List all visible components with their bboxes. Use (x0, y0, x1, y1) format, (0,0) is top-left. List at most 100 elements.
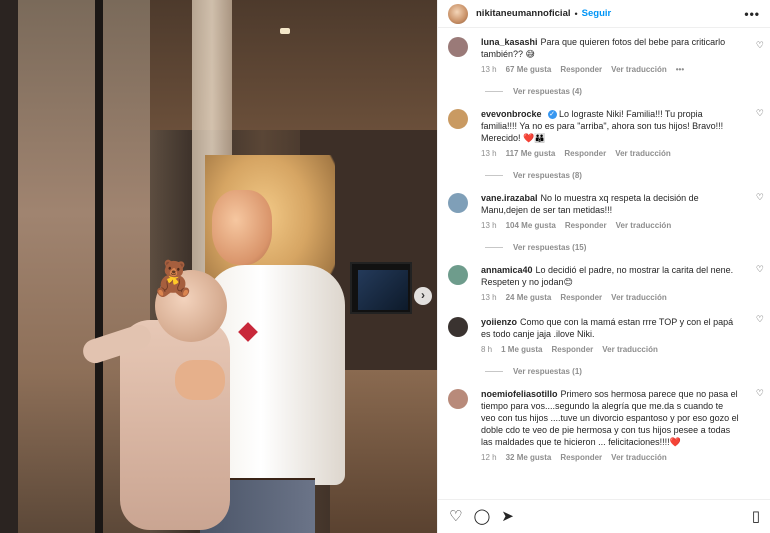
comment-likes[interactable]: 67 Me gusta (506, 65, 552, 74)
comment-text-wrap: vane.irazabal No lo muestra xq respeta la… (481, 192, 739, 216)
comment-like-heart-icon[interactable]: ♡ (756, 314, 764, 325)
comment-time: 13 h (481, 293, 497, 302)
bear-sticker: 🧸 (152, 260, 195, 298)
comment-likes[interactable]: 1 Me gusta (501, 345, 542, 354)
commenter-avatar[interactable] (448, 317, 468, 337)
comment-meta: 13 h 117 Me gusta Responder Ver traducci… (481, 149, 739, 158)
replies-divider-line (485, 175, 503, 176)
comment-likes[interactable]: 104 Me gusta (506, 221, 556, 230)
comment-body: evevonbrocke ✓ Lo lograste Niki! Familia!… (481, 108, 739, 158)
comment-body: vane.irazabal No lo muestra xq respeta la… (481, 192, 739, 230)
comment-item: noemiofeliasotillo Primero sos hermosa pa… (438, 376, 770, 462)
comment-body: annamica40 Lo decidió el padre, no mostra… (481, 264, 739, 302)
comment-text-wrap: yoiienzo Como que con la mamá estan rrre … (481, 316, 739, 340)
follow-button[interactable]: Seguir (582, 8, 612, 19)
more-options-icon[interactable]: ••• (744, 7, 760, 21)
commenter-avatar[interactable] (448, 389, 468, 409)
comment-body: yoiienzo Como que con la mamá estan rrre … (481, 316, 739, 354)
replies-divider-line (485, 91, 503, 92)
comment-bubble-icon[interactable]: ◯ (473, 509, 490, 524)
view-replies-button[interactable]: Ver respuestas (15) (485, 243, 770, 252)
reply-button[interactable]: Responder (560, 293, 602, 302)
reply-button[interactable]: Responder (551, 345, 593, 354)
comment-body: noemiofeliasotillo Primero sos hermosa pa… (481, 388, 739, 462)
translate-button[interactable]: Ver traducción (602, 345, 658, 354)
comment-like-heart-icon[interactable]: ♡ (756, 192, 764, 203)
comment-more-icon[interactable]: ••• (676, 65, 684, 74)
comment-text-wrap: luna_kasashi Para que quieren fotos del b… (481, 36, 739, 60)
comment-like-heart-icon[interactable]: ♡ (756, 388, 764, 399)
mother-hands (175, 360, 225, 400)
reply-button[interactable]: Responder (565, 221, 607, 230)
translate-button[interactable]: Ver traducción (615, 149, 671, 158)
comment-likes[interactable]: 32 Me gusta (506, 453, 552, 462)
commenter-avatar[interactable] (448, 37, 468, 57)
comment-likes[interactable]: 24 Me gusta (506, 293, 552, 302)
comment-likes[interactable]: 117 Me gusta (506, 149, 556, 158)
comments-list: luna_kasashi Para que quieren fotos del b… (438, 28, 770, 499)
view-replies-label: Ver respuestas (15) (513, 243, 587, 252)
instagram-post-view: 🧸 › nikitaneumannoficial • Seguir ••• lu… (0, 0, 770, 533)
kitchen-counter (330, 370, 437, 533)
commenter-avatar[interactable] (448, 193, 468, 213)
save-bookmark-icon[interactable]: ▯ (752, 509, 760, 524)
replies-divider-line (485, 371, 503, 372)
reply-button[interactable]: Responder (560, 453, 602, 462)
comment-time: 13 h (481, 149, 497, 158)
commenter-avatar[interactable] (448, 265, 468, 285)
view-replies-label: Ver respuestas (1) (513, 367, 582, 376)
comment-item: luna_kasashi Para que quieren fotos del b… (438, 28, 770, 74)
translate-button[interactable]: Ver traducción (611, 293, 667, 302)
comment-meta: 13 h 104 Me gusta Responder Ver traducci… (481, 221, 739, 230)
comment-like-heart-icon[interactable]: ♡ (756, 108, 764, 119)
comment-like-heart-icon[interactable]: ♡ (756, 264, 764, 275)
verified-badge-icon: ✓ (547, 110, 557, 120)
view-replies-button[interactable]: Ver respuestas (8) (485, 171, 770, 180)
translate-button[interactable]: Ver traducción (611, 453, 667, 462)
comment-body: luna_kasashi Para que quieren fotos del b… (481, 36, 739, 74)
comment-meta: 13 h 67 Me gusta Responder Ver traducció… (481, 65, 739, 74)
replies-divider-line (485, 247, 503, 248)
commenter-username[interactable]: luna_kasashi (481, 37, 538, 47)
comment-text-wrap: annamica40 Lo decidió el padre, no mostra… (481, 264, 739, 288)
comment-text-wrap: noemiofeliasotillo Primero sos hermosa pa… (481, 388, 739, 448)
comment-time: 12 h (481, 453, 497, 462)
commenter-username[interactable]: evevonbrocke (481, 109, 542, 119)
view-replies-button[interactable]: Ver respuestas (1) (485, 367, 770, 376)
reply-button[interactable]: Responder (564, 149, 606, 158)
woman-face (212, 190, 272, 265)
translate-button[interactable]: Ver traducción (611, 65, 667, 74)
commenter-username[interactable]: yoiienzo (481, 317, 517, 327)
header-separator: • (574, 8, 578, 19)
comment-meta: 8 h 1 Me gusta Responder Ver traducción (481, 345, 739, 354)
reply-button[interactable]: Responder (560, 65, 602, 74)
commenter-username[interactable]: annamica40 (481, 265, 533, 275)
author-username[interactable]: nikitaneumannoficial (476, 8, 571, 19)
comment-item: yoiienzo Como que con la mamá estan rrre … (438, 302, 770, 354)
television (350, 262, 412, 314)
view-replies-button[interactable]: Ver respuestas (4) (485, 87, 770, 96)
commenter-username[interactable]: vane.irazabal (481, 193, 538, 203)
share-paper-plane-icon[interactable]: ➤ (501, 509, 514, 524)
author-avatar[interactable] (448, 3, 468, 24)
comment-text: Como que con la mamá estan rrre TOP y co… (481, 317, 734, 339)
post-photo[interactable]: 🧸 › (0, 0, 437, 533)
post-actions-bar: ♡ ◯ ➤ ▯ (438, 499, 770, 533)
comment-item: vane.irazabal No lo muestra xq respeta la… (438, 180, 770, 230)
comment-time: 13 h (481, 65, 497, 74)
comment-item: evevonbrocke ✓ Lo lograste Niki! Familia!… (438, 96, 770, 158)
comments-panel: nikitaneumannoficial • Seguir ••• luna_k… (437, 0, 770, 533)
baby (80, 270, 230, 530)
commenter-avatar[interactable] (448, 109, 468, 129)
view-replies-label: Ver respuestas (8) (513, 171, 582, 180)
like-heart-icon[interactable]: ♡ (449, 509, 462, 524)
view-replies-label: Ver respuestas (4) (513, 87, 582, 96)
baby-body (120, 320, 230, 530)
translate-button[interactable]: Ver traducción (616, 221, 672, 230)
comment-item: annamica40 Lo decidió el padre, no mostra… (438, 252, 770, 302)
next-photo-button[interactable]: › (414, 287, 432, 305)
comment-like-heart-icon[interactable]: ♡ (756, 40, 764, 51)
comment-time: 13 h (481, 221, 497, 230)
comment-meta: 13 h 24 Me gusta Responder Ver traducció… (481, 293, 739, 302)
commenter-username[interactable]: noemiofeliasotillo (481, 389, 558, 399)
